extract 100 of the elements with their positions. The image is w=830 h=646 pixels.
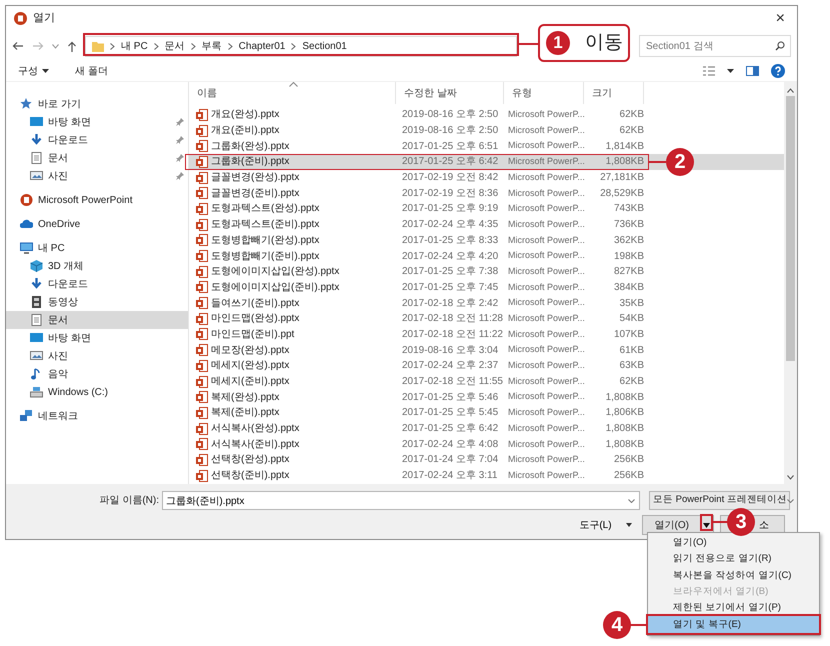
file-date: 2017-01-25 오후 6:42 xyxy=(401,155,500,170)
file-row[interactable]: 도형과텍스트(준비).pptx 2017-02-24 오후 4:35 Microsoft PowerP... 736KB xyxy=(189,216,784,232)
sidebar-item[interactable]: 다운로드 xyxy=(6,131,188,149)
close-button[interactable]: × xyxy=(772,10,789,26)
sidebar-item[interactable]: 동영상 xyxy=(6,293,188,311)
sidebar-item[interactable]: 문서 xyxy=(6,149,188,167)
sidebar-item[interactable]: Windows (C:) xyxy=(6,383,188,401)
scroll-up-icon xyxy=(787,88,794,93)
sidebar-item[interactable]: OneDrive xyxy=(6,215,188,233)
caret-icon[interactable] xyxy=(727,69,734,73)
file-row[interactable]: 마인드맵(완성).pptx 2017-02-18 오전 11:28 Microsoft PowerP... 54KB xyxy=(189,310,784,327)
search-field[interactable]: Section01 검색 xyxy=(639,35,791,57)
file-row[interactable]: 메모장(완성).pptx 2019-08-16 오후 3:04 Microsoft PowerP... 61KB xyxy=(189,342,784,358)
sidebar-item[interactable]: 사진 xyxy=(6,167,188,185)
file-row[interactable]: 도형병합빼기(완성).pptx 2017-01-25 오후 8:33 Microsoft PowerP... 362KB xyxy=(189,232,784,248)
file-row[interactable]: 글꼴변경(준비).pptx 2017-02-19 오전 8:36 Microsoft PowerP... 28,529KB xyxy=(189,185,784,202)
new-folder-button[interactable]: 새 폴더 xyxy=(75,64,108,78)
file-date: 2017-02-24 오후 4:08 xyxy=(401,438,500,452)
help-icon[interactable] xyxy=(771,64,785,78)
column-header[interactable]: 수정한 날짜 xyxy=(396,82,504,104)
menu-item[interactable]: 열기 및 복구(E) xyxy=(648,616,819,633)
file-row[interactable]: 도형에이미지삽입(완성).pptx 2017-01-25 오후 7:38 Microsoft PowerP... 827KB xyxy=(189,264,784,280)
picture-icon xyxy=(30,350,43,362)
file-type: Microsoft PowerP... xyxy=(507,328,584,341)
cube-icon xyxy=(30,260,43,272)
file-size: 1,808KB xyxy=(604,390,644,405)
file-row[interactable]: 개요(준비).pptx 2019-08-16 오후 2:50 Microsoft PowerP... 62KB xyxy=(189,122,784,138)
recent-caret-icon[interactable] xyxy=(52,44,59,48)
folder-icon xyxy=(92,40,104,52)
sidebar-item[interactable]: 바탕 화면 xyxy=(6,329,188,347)
dropdown-caret-icon xyxy=(628,499,635,503)
file-type: Microsoft PowerP... xyxy=(507,155,584,168)
tools-button[interactable]: 도구(L) xyxy=(579,518,632,532)
breadcrumb[interactable]: 문서 xyxy=(164,38,185,54)
file-row[interactable]: 개요(완성).pptx 2019-08-16 오후 2:50 Microsoft PowerP... 62KB xyxy=(189,107,784,123)
column-header[interactable]: 유형 xyxy=(504,82,584,104)
sidebar-item[interactable]: 사진 xyxy=(6,347,188,365)
caret-icon[interactable] xyxy=(702,522,710,528)
file-row[interactable]: 메세지(준비).pptx 2017-02-18 오전 11:55 Microsoft PowerP... 62KB xyxy=(189,374,784,390)
file-row[interactable]: 복제(준비).pptx 2017-01-25 오후 5:45 Microsoft PowerP... 1,806KB xyxy=(189,405,784,421)
sidebar-item[interactable]: 네트워크 xyxy=(6,407,188,425)
file-row[interactable]: 서식복사(완성).pptx 2017-01-25 오후 6:42 Microsoft PowerP... 1,808KB xyxy=(189,420,784,436)
file-row[interactable]: 선택창(완성).pptx 2017-01-24 오후 7:04 Microsoft PowerP... 256KB xyxy=(189,452,784,468)
file-row[interactable]: 메세지(완성).pptx 2017-02-24 오후 2:37 Microsoft PowerP... 63KB xyxy=(189,358,784,374)
file-name: 도형과텍스트(준비).pptx xyxy=(211,218,320,232)
file-row[interactable]: 도형에이미지삽입(준비).pptx 2017-01-25 오후 7:45 Microsoft PowerP... 384KB xyxy=(189,280,784,296)
file-name: 도형과텍스트(완성).pptx xyxy=(211,202,320,216)
back-arrow-icon[interactable] xyxy=(12,41,24,51)
sidebar-item[interactable]: 문서 xyxy=(6,311,188,329)
organize-button[interactable]: 구성 xyxy=(18,64,49,78)
breadcrumb[interactable]: Chapter01 xyxy=(238,38,286,54)
presentation-file-icon xyxy=(196,218,208,231)
file-row[interactable]: 복제(완성).pptx 2017-01-25 오후 5:46 Microsoft PowerP... 1,808KB xyxy=(189,389,784,406)
presentation-file-icon xyxy=(196,250,208,262)
column-header[interactable]: 크기 xyxy=(584,82,644,104)
breadcrumb[interactable]: 부록 xyxy=(202,38,222,54)
file-name: 도형병합빼기(완성).pptx xyxy=(211,234,320,248)
column-header[interactable]: 이름 xyxy=(189,82,396,104)
view-options-icon[interactable] xyxy=(703,66,715,76)
file-name: 서식복사(완성).pptx xyxy=(211,422,300,436)
presentation-file-icon xyxy=(196,187,208,200)
computer-icon xyxy=(20,242,33,254)
menu-item[interactable]: 복사본을 작성하여 열기(C) xyxy=(648,568,819,584)
file-type: Microsoft PowerP... xyxy=(507,359,584,372)
file-row[interactable]: 들여쓰기(준비).pptx 2017-02-18 오후 2:42 Microsoft PowerP... 35KB xyxy=(189,295,784,311)
menu-item[interactable]: 제한된 보기에서 열기(P) xyxy=(648,600,819,616)
file-row[interactable]: 도형병합빼기(준비).pptx 2017-02-24 오후 4:20 Microsoft PowerP... 198KB xyxy=(189,248,784,264)
preview-pane-icon[interactable] xyxy=(746,66,759,76)
menu-item[interactable]: 읽기 전용으로 열기(R) xyxy=(648,551,819,568)
file-type: Microsoft PowerP... xyxy=(507,343,584,356)
sidebar-item[interactable]: 3D 개체 xyxy=(6,257,188,275)
file-row[interactable]: 도형과텍스트(완성).pptx 2017-01-25 오후 9:19 Microsoft PowerP... 743KB xyxy=(189,201,784,217)
presentation-file-icon xyxy=(196,391,208,404)
breadcrumb[interactable]: Section01 xyxy=(302,38,347,54)
file-size: 62KB xyxy=(618,124,644,138)
scrollbar-thumb[interactable] xyxy=(786,96,795,361)
file-name: 복제(완성).pptx xyxy=(211,390,280,405)
sidebar-item[interactable]: 내 PC xyxy=(6,239,188,257)
file-type: Microsoft PowerP... xyxy=(507,249,584,262)
sidebar-item[interactable]: Microsoft PowerPoint xyxy=(6,191,188,209)
sidebar-item[interactable]: 바로 가기 xyxy=(6,95,188,113)
file-row[interactable]: 서식복사(준비).pptx 2017-02-24 오후 4:08 Microsoft PowerP... 1,808KB xyxy=(189,436,784,452)
file-type: Microsoft PowerP... xyxy=(507,296,584,310)
sidebar-item[interactable]: 바탕 화면 xyxy=(6,113,188,131)
sidebar-item[interactable]: 다운로드 xyxy=(6,275,188,293)
file-size: 384KB xyxy=(612,280,644,295)
breadcrumb[interactable]: 내 PC xyxy=(121,38,148,54)
file-date: 2017-01-25 오후 6:51 xyxy=(401,140,500,154)
address-bar[interactable]: 내 PC 문서 부록 Chapter01 Section01 xyxy=(85,36,517,56)
file-size: 1,806KB xyxy=(604,406,644,420)
file-name: 메모장(완성).pptx xyxy=(211,344,290,358)
file-row[interactable]: 마인드맵(준비).ppt 2017-02-18 오전 11:22 Microsoft PowerP... 107KB xyxy=(189,326,784,342)
file-name-field[interactable]: 그룹화(준비).pptx xyxy=(162,491,640,510)
pin-icon xyxy=(176,154,184,162)
sidebar-item[interactable]: 음악 xyxy=(6,365,188,383)
file-row[interactable]: 선택창(준비).pptx 2017-02-24 오후 3:11 Microsoft PowerP... 256KB xyxy=(189,468,784,484)
up-arrow-icon[interactable] xyxy=(67,40,77,52)
menu-item[interactable]: 열기(O) xyxy=(648,535,819,552)
scrollbar[interactable] xyxy=(784,82,797,484)
callout-label: 이동 xyxy=(585,31,623,55)
